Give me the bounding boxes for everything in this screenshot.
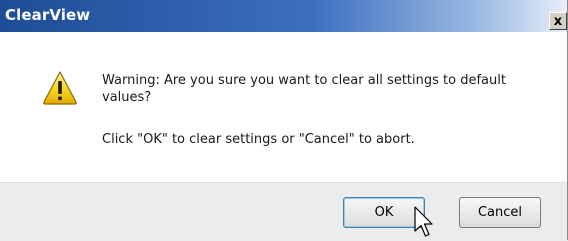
warning-icon — [43, 71, 77, 105]
cancel-button[interactable]: Cancel — [459, 197, 541, 228]
button-bar: OK Cancel — [0, 182, 567, 241]
warning-message: Warning: Are you sure you want to clear … — [102, 73, 506, 105]
mouse-pointer-icon — [414, 206, 433, 237]
clearview-dialog: ClearView x Warning: Are you sure you wa… — [0, 0, 568, 241]
message-area — [0, 32, 567, 182]
close-button[interactable]: x — [549, 12, 567, 30]
instruction-message: Click "OK" to clear settings or "Cancel"… — [102, 132, 415, 147]
ok-button[interactable]: OK — [343, 197, 425, 228]
close-icon: x — [553, 13, 563, 29]
window-title: ClearView — [5, 6, 91, 24]
title-bar[interactable]: ClearView x — [0, 0, 567, 32]
